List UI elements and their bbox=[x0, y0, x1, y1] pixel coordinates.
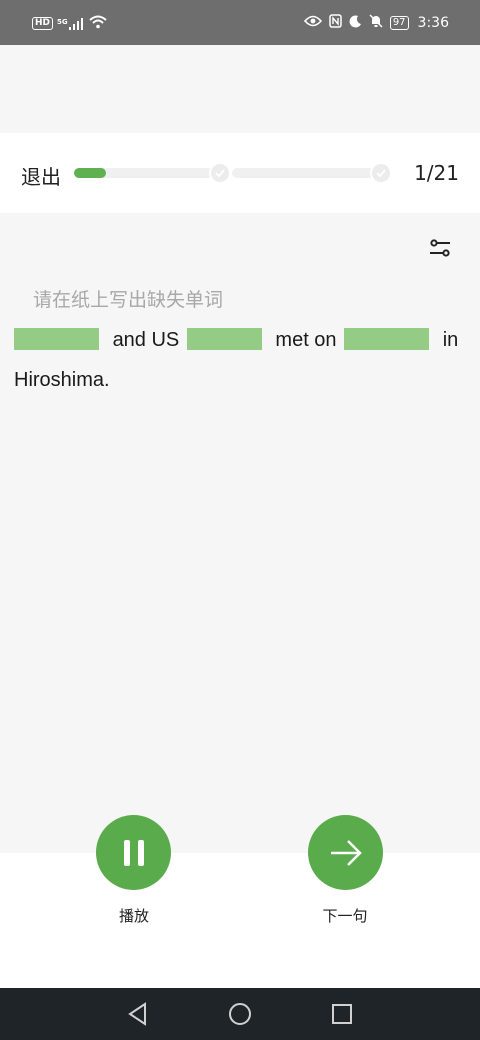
progress-fill bbox=[74, 168, 106, 178]
pause-icon bbox=[123, 839, 144, 866]
bell-off-icon bbox=[369, 14, 383, 32]
wifi-icon bbox=[88, 14, 107, 33]
check-icon bbox=[376, 169, 386, 178]
clock: 3:36 bbox=[417, 15, 449, 31]
check-icon bbox=[215, 169, 225, 178]
play-pause-button[interactable] bbox=[96, 815, 171, 890]
checkpoint-1 bbox=[209, 162, 231, 184]
progress-bar bbox=[74, 162, 392, 184]
next-sentence-button[interactable] bbox=[308, 815, 383, 890]
page-counter: 1/21 bbox=[414, 161, 459, 185]
status-left: HD 5G bbox=[32, 14, 107, 33]
next-label: 下一句 bbox=[322, 907, 368, 925]
status-bar: HD 5G 97 3:36 bbox=[0, 0, 480, 45]
status-right: 97 3:36 bbox=[303, 14, 449, 32]
back-triangle-icon bbox=[128, 1002, 146, 1026]
settings-button[interactable] bbox=[428, 236, 452, 260]
cloze-sentence: and US met on in Hiroshima. bbox=[14, 320, 466, 400]
recents-button[interactable] bbox=[329, 1001, 355, 1027]
controls-panel bbox=[0, 853, 480, 988]
battery-icon: 97 bbox=[389, 16, 409, 30]
missing-word-blank-3[interactable] bbox=[344, 328, 430, 350]
sentence-text-4: Hiroshima. bbox=[14, 369, 110, 391]
play-label: 播放 bbox=[118, 907, 149, 925]
exit-button[interactable]: 退出 bbox=[21, 161, 61, 190]
back-button[interactable] bbox=[125, 1001, 151, 1027]
nfc-icon bbox=[329, 14, 342, 32]
missing-word-blank-1[interactable] bbox=[14, 328, 99, 350]
home-button[interactable] bbox=[227, 1001, 253, 1027]
home-circle-icon bbox=[229, 1003, 251, 1025]
system-nav-bar bbox=[0, 988, 480, 1040]
sentence-text-1: and US bbox=[112, 329, 180, 351]
moon-icon bbox=[349, 14, 362, 32]
network-type: 5G bbox=[57, 17, 68, 26]
settings-sliders-icon bbox=[430, 239, 450, 257]
sentence-text-3: in bbox=[442, 329, 459, 351]
sentence-text-2: met on bbox=[275, 329, 337, 351]
signal-icon: 5G bbox=[57, 17, 85, 30]
eye-icon bbox=[303, 15, 322, 31]
hd-icon: HD bbox=[32, 17, 54, 30]
recents-square-icon bbox=[332, 1004, 352, 1024]
arrow-right-icon bbox=[330, 839, 362, 866]
instruction-text: 请在纸上写出缺失单词 bbox=[33, 289, 224, 311]
missing-word-blank-2[interactable] bbox=[186, 328, 262, 350]
progress-track-segment-2 bbox=[232, 168, 376, 178]
checkpoint-2 bbox=[370, 162, 392, 184]
